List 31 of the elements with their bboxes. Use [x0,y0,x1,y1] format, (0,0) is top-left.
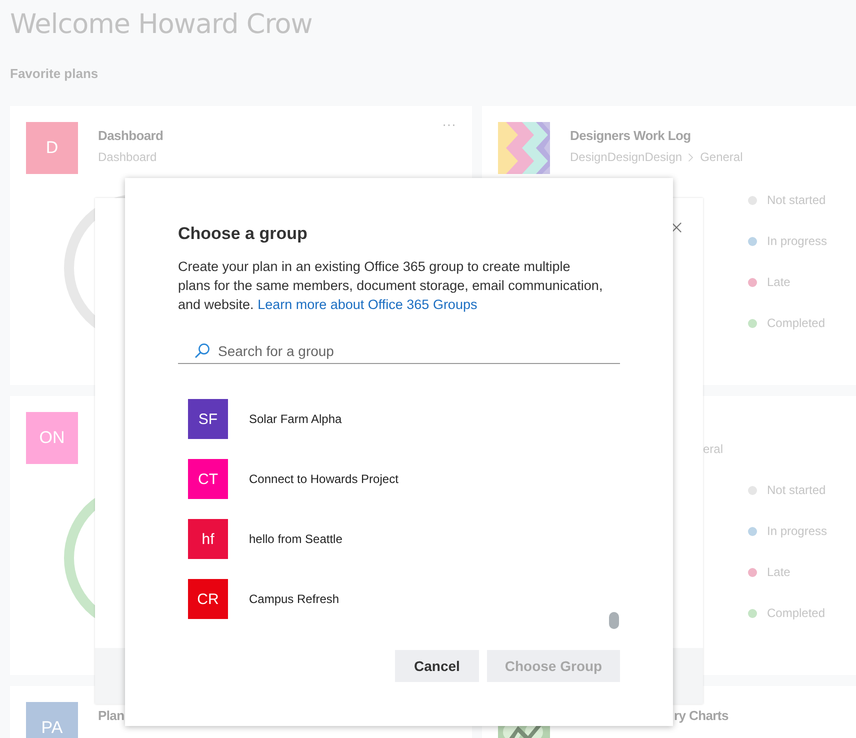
plan-group: General [700,150,743,164]
status-label: Not started [767,483,826,497]
plan-title: Designers Work Log [570,128,692,143]
group-avatar: CT [188,459,228,499]
section-heading: Favorite plans [10,66,100,81]
status-label: Not started [767,193,826,207]
plan-avatar: PA [26,702,78,738]
plan-subtitle: Dashboard [98,150,157,164]
plan-subtitle: eral [703,442,724,456]
dialog-description: Create your plan in an existing Office 365 group to create multiple plans for the same members, document storage, email communication, and website. Learn more about Office 365 Groups [178,258,603,314]
plan-subtitle: DesignDesignDesign [570,150,682,164]
group-avatar: hf [188,519,228,559]
status-label: Completed [767,606,826,620]
plan-avatar: D [26,122,78,174]
group-name: Connect to Howards Project [249,472,398,486]
plan-title: ry Charts [673,708,730,723]
status-label: Late [767,565,790,579]
group-name: hello from Seattle [249,532,342,546]
group-avatar: CR [188,579,228,619]
group-name: Campus Refresh [249,592,340,606]
group-avatar: SF [188,399,228,439]
status-label: Late [767,275,790,289]
plan-title: Plan [98,708,126,723]
status-label: In progress [767,234,828,248]
status-label: In progress [767,524,828,538]
status-label: Completed [767,316,826,330]
plan-title: Dashboard [98,128,164,143]
group-name: Solar Farm Alpha [249,412,342,426]
dialog-title: Choose a group [178,224,308,244]
plan-avatar: ON [26,412,78,464]
page-title: Welcome Howard Crow [10,8,314,40]
